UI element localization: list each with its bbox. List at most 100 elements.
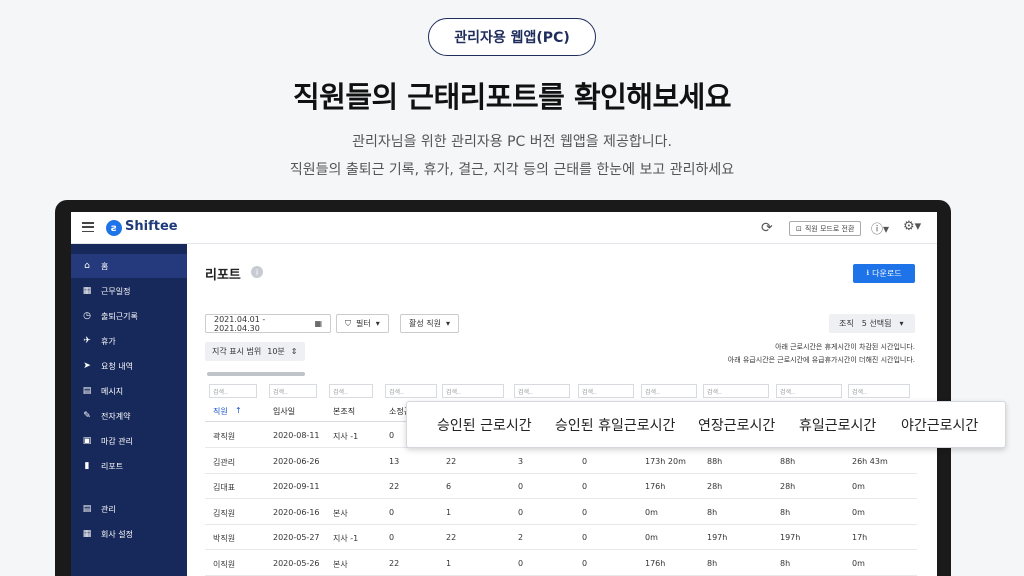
sidebar-item-2[interactable]: ◷ 출퇴근기록 (71, 304, 187, 328)
filter-label: 필터 (356, 319, 371, 328)
menu-icon[interactable] (82, 222, 94, 232)
date-range-value: 2021.04.01 - 2021.04.30 (214, 314, 266, 333)
column-search-input[interactable]: 검색.. (703, 384, 769, 398)
switch-mode-button[interactable]: ⊡ 직원 모드로 전환 (789, 221, 862, 236)
sidebar-item-9[interactable]: ▤ 관리 (71, 497, 187, 521)
info-icon[interactable]: i (251, 266, 263, 278)
table-row[interactable]: 김대표 2020-09-11 22 6 0 0 176h 28h 28h 0m (205, 474, 917, 499)
table-cell: 3 (518, 456, 524, 466)
lock-icon: ▣ (82, 436, 92, 446)
table-cell: 0m (852, 482, 865, 491)
table-cell: 197h (707, 533, 728, 542)
date-range-picker[interactable]: 2021.04.01 - 2021.04.30 ▦ (205, 314, 331, 333)
table-cell: 22 (446, 456, 457, 466)
table-row[interactable]: 김관리 2020-06-26 13 22 3 0 173h 20m 88h 88h 26h 43m (205, 449, 917, 474)
org-selector[interactable]: 조직 5 선택됨 ▾ (829, 314, 915, 333)
column-search-input[interactable]: 검색.. (442, 384, 504, 398)
sidebar-item-4[interactable]: ➤ 요청 내역 (71, 354, 187, 378)
column-search-input[interactable]: 검색.. (578, 384, 634, 398)
column-search-input[interactable]: 검색.. (269, 384, 317, 398)
column-header[interactable]: 직원 (213, 406, 271, 417)
late-range-selector[interactable]: 지각 표시 범위 10분 ⇕ (205, 342, 305, 361)
sidebar-item-label: 관리 (101, 504, 116, 514)
table-cell: 176h (645, 482, 666, 491)
sidebar-item-label: 휴가 (101, 336, 116, 346)
late-range-value: 10분 (267, 347, 285, 356)
column-search-input[interactable]: 검색.. (776, 384, 842, 398)
table-cell: 0 (582, 456, 588, 466)
popup-column-option[interactable]: 야간근로시간 (901, 415, 978, 435)
help-icon[interactable]: ⓘ▾ (871, 220, 889, 237)
table-cell: 88h (707, 456, 723, 466)
table-row[interactable]: 김직원 2020-06-16 본사 0 1 0 0 0m 8h 8h 0m (205, 500, 917, 525)
refresh-icon[interactable]: ⟳ (761, 220, 773, 236)
table-cell: 0 (389, 431, 395, 440)
download-button[interactable]: ⭳ 다운로드 (853, 264, 915, 283)
table-row[interactable]: 박직원 2020-05-27 지사 -1 0 22 2 0 0m 197h 197h 17h (205, 525, 917, 550)
table-cell: 176h (645, 558, 666, 568)
active-staff-dropdown[interactable]: 활성 직원 ▾ (400, 314, 459, 333)
popup-column-option[interactable]: 승인된 근로시간 (437, 415, 532, 435)
table-cell: 22 (446, 533, 457, 542)
sidebar-item-6[interactable]: ✎ 전자계약 (71, 404, 187, 428)
table-cell: 6 (446, 482, 452, 491)
sidebar-item-label: 리포트 (101, 461, 124, 471)
column-header[interactable]: 본조직 (333, 406, 387, 417)
table-cell: 88h (780, 456, 796, 466)
sort-arrow-icon[interactable]: ↑ (235, 406, 242, 415)
filter-button[interactable]: ⛉ 필터 ▾ (336, 314, 389, 333)
popup-column-option[interactable]: 승인된 휴일근로시간 (555, 415, 675, 435)
column-search-input[interactable]: 검색.. (329, 384, 373, 398)
gear-icon[interactable]: ⚙▾ (903, 219, 921, 234)
sidebar-item-1[interactable]: ▦ 근무일정 (71, 279, 187, 303)
sidebar-item-5[interactable]: ▤ 메시지 (71, 379, 187, 403)
home-icon: ⌂ (84, 261, 90, 271)
sidebar-item-label: 메시지 (101, 386, 124, 396)
column-search-input[interactable]: 검색.. (848, 384, 910, 398)
subtitle-line-2: 직원들의 출퇴근 기록, 휴가, 결근, 지각 등의 근태를 한눈에 보고 관리… (289, 162, 735, 178)
page-title: 리포트 (205, 268, 241, 283)
popup-column-option[interactable]: 휴일근로시간 (799, 415, 876, 435)
sidebar-item-label: 마감 관리 (101, 436, 133, 446)
message-icon: ▤ (82, 386, 92, 396)
column-search-input[interactable]: 검색.. (209, 384, 257, 398)
brand-name[interactable]: Shiftee (125, 219, 178, 234)
chevron-down-icon: ▾ (375, 319, 380, 328)
sidebar-item-0[interactable]: ⌂ 홈 (71, 254, 187, 278)
table-cell: 0 (389, 533, 395, 542)
table-cell: 28h (707, 482, 723, 491)
sidebar-item-label: 출퇴근기록 (101, 311, 138, 321)
shiftee-logo-icon: ƨ (106, 220, 122, 236)
download-icon: ⭳ (866, 267, 870, 277)
column-search-input[interactable]: 검색.. (514, 384, 570, 398)
badge-admin-webapp: 관리자용 웹앱(PC) (428, 18, 596, 56)
column-header[interactable]: 입사일 (273, 406, 331, 417)
send-icon: ➤ (83, 361, 91, 371)
sidebar-item-label: 홈 (101, 261, 109, 271)
table-cell: 2020-06-26 (273, 456, 320, 466)
table-cell: 김대표 (213, 483, 236, 492)
column-search-input[interactable]: 검색.. (641, 384, 697, 398)
table-cell: 김직원 (213, 508, 236, 518)
sidebar-item-3[interactable]: ✈ 휴가 (71, 329, 187, 353)
contract-icon: ✎ (83, 411, 91, 421)
table-cell: 2020-08-11 (273, 431, 320, 440)
table-cell: 김관리 (213, 457, 236, 467)
table-cell: 박직원 (213, 534, 236, 543)
table-cell: 22 (389, 558, 400, 568)
hours-note-2: 아래 유급시간은 근로시간에 유급휴가시간이 더해진 시간입니다. (727, 356, 915, 364)
sidebar-item-label: 근무일정 (101, 286, 131, 296)
laptop-frame: ƨ Shiftee ⟳ ⊡ 직원 모드로 전환 ⓘ▾ ⚙▾ ⌂ 홈 ▦ 근무일정 ◷ 출퇴근… (55, 200, 951, 576)
table-cell: 0 (518, 482, 524, 491)
sidebar-item-10[interactable]: ▦ 회사 설정 (71, 522, 187, 546)
table-cell: 0 (582, 507, 588, 517)
horizontal-scrollbar[interactable] (207, 372, 305, 376)
sidebar-item-8[interactable]: ▮ 리포트 (71, 454, 187, 478)
table-cell: 0 (389, 507, 395, 517)
table-cell: 0m (852, 507, 865, 517)
popup-column-option[interactable]: 연장근로시간 (698, 415, 775, 435)
column-search-input[interactable]: 검색.. (385, 384, 437, 398)
chevron-down-icon: ▾ (899, 319, 904, 328)
table-row[interactable]: 이직원 2020-05-26 본사 22 1 0 0 176h 8h 8h 0m (205, 551, 917, 576)
sidebar-item-7[interactable]: ▣ 마감 관리 (71, 429, 187, 453)
